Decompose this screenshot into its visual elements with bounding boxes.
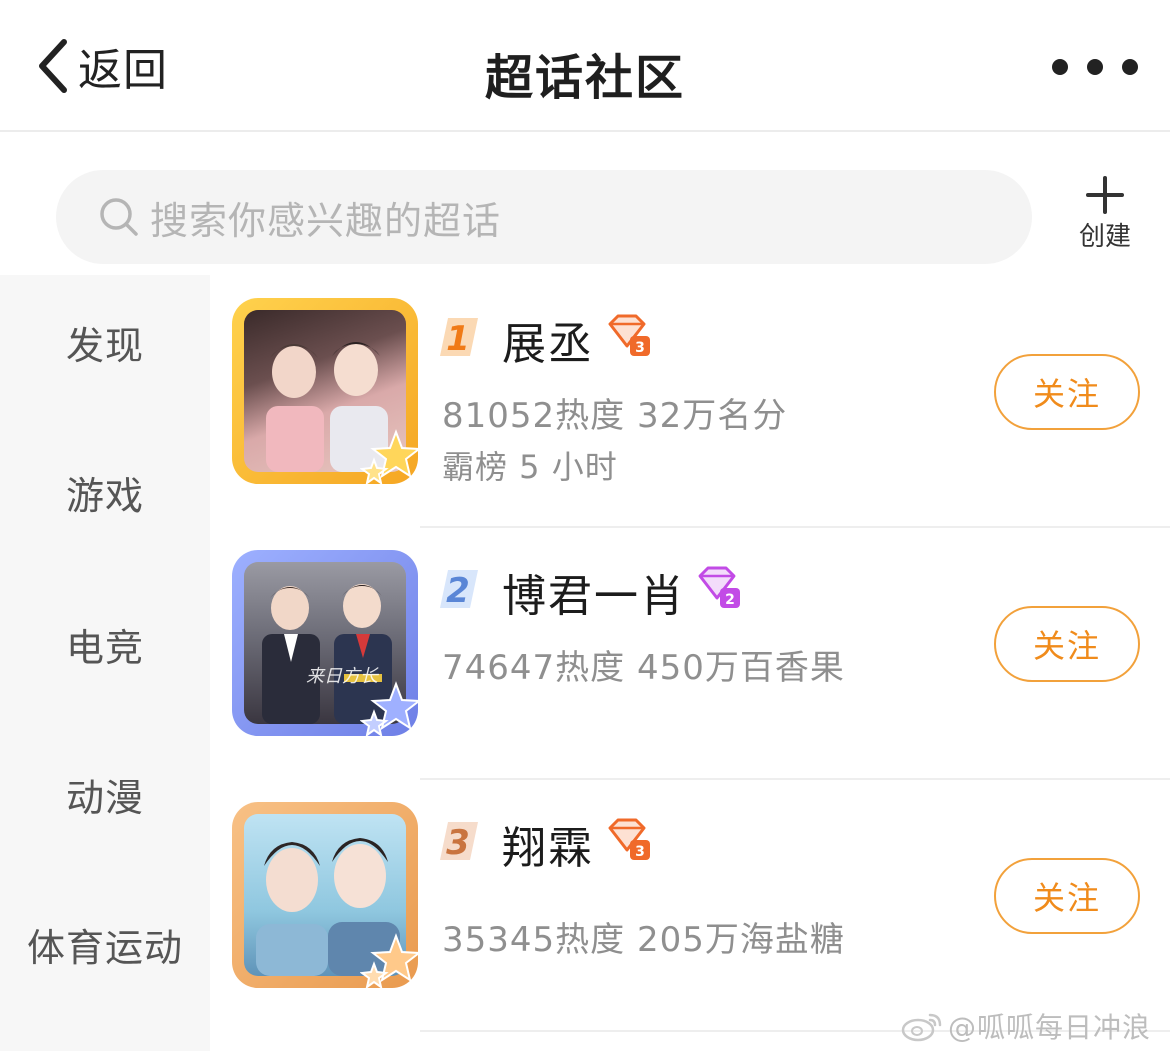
rank-badge: 3 [438,818,482,864]
rank-badge: 2 [438,566,482,612]
sidebar-item-discover[interactable]: 发现 [0,315,210,370]
topic-rank-duration: 霸榜 5 小时 [442,448,618,486]
topic-stats: 81052热度 32万名分 [442,396,788,436]
avatar[interactable]: 来日方长 [232,550,422,738]
topic-name[interactable]: 展丞 [502,308,594,372]
follow-button[interactable]: 关注 [994,606,1140,682]
list-item[interactable]: 3 翔霖 3 35345热度 205万海盐糖 关注 [210,780,1170,1032]
topic-stats: 35345热度 205万海盐糖 [442,920,845,960]
topic-stats: 74647热度 450万百香果 [442,648,845,688]
top-nav-bar: 返回 超话社区 [0,0,1170,132]
search-icon [100,198,138,236]
topic-name[interactable]: 博君一肖 [502,560,686,624]
avatar[interactable] [232,802,422,990]
rank-number: 2 [446,571,470,611]
star-icon [360,681,422,738]
star-icon [360,429,422,486]
watermark: @呱呱每日冲浪 [900,1006,1151,1046]
sidebar-item-anime[interactable]: 动漫 [0,767,210,822]
category-sidebar: 发现 游戏 电竞 动漫 体育运动 [0,275,210,1051]
sidebar-item-esports[interactable]: 电竞 [0,617,210,672]
more-dots-icon[interactable] [1052,56,1138,78]
list-item[interactable]: 1 展丞 3 81052热度 32万名分 霸榜 5 小时 关注 [210,276,1170,528]
svg-text:3: 3 [635,844,645,860]
svg-text:2: 2 [725,592,735,608]
page-title: 超话社区 [484,50,685,106]
diamond-level-icon: 3 [608,314,650,356]
watermark-text: @呱呱每日冲浪 [948,1011,1152,1044]
rank-badge: 1 [438,314,482,360]
follow-button[interactable]: 关注 [994,354,1140,430]
avatar[interactable] [232,298,422,486]
diamond-level-icon: 3 [608,818,650,860]
create-button[interactable]: 创建 [1070,176,1140,256]
star-icon [360,933,422,990]
create-label: 创建 [1078,222,1131,252]
search-placeholder: 搜索你感兴趣的超话 [150,198,502,243]
sidebar-item-sports[interactable]: 体育运动 [0,917,210,972]
diamond-level-icon: 2 [698,566,740,608]
rank-number: 1 [446,319,470,359]
search-input[interactable]: 搜索你感兴趣的超话 [56,170,1032,264]
rank-number: 3 [446,823,470,863]
topic-name[interactable]: 翔霖 [502,812,594,876]
list-item[interactable]: 来日方长 2 博君一肖 2 74647热度 450万百香果 关注 [210,528,1170,780]
follow-button[interactable]: 关注 [994,858,1140,934]
sidebar-item-games[interactable]: 游戏 [0,465,210,520]
weibo-logo-icon [901,1013,942,1042]
svg-text:3: 3 [635,340,645,356]
plus-icon [1086,176,1124,214]
